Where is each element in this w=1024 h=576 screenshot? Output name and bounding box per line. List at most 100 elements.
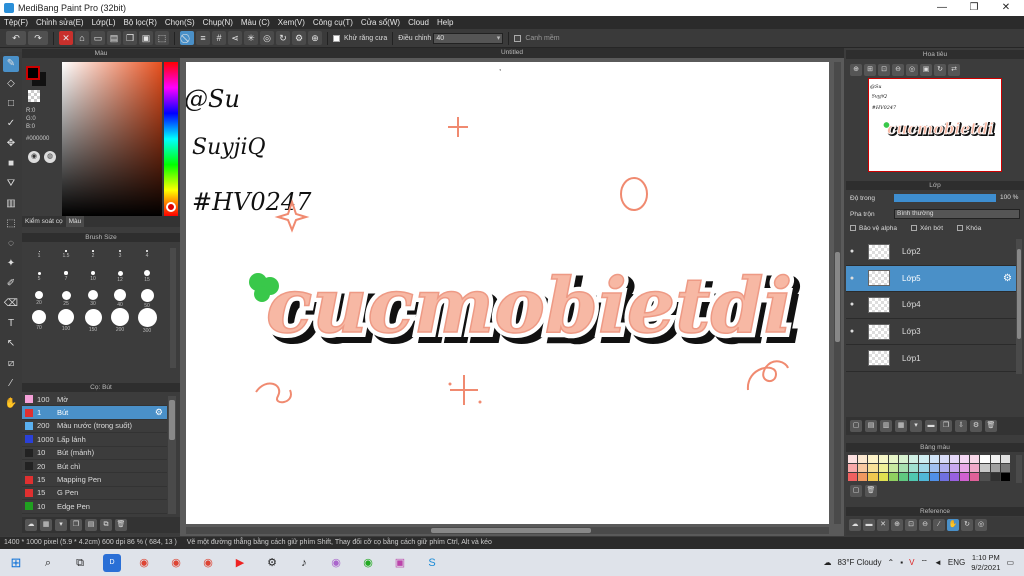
transform-icon[interactable]: ▭ <box>91 31 105 45</box>
brush-item[interactable]: 200 Màu nước (trong suốt) <box>22 420 167 434</box>
eyedropper-tool-icon[interactable]: ⁄ <box>3 376 19 392</box>
palette-swatch[interactable] <box>1000 473 1010 481</box>
brush-size-option[interactable]: 100 <box>53 309 79 332</box>
ref-eyedropper-icon[interactable]: ⁄ <box>933 519 945 531</box>
language-indicator[interactable]: ENG <box>948 558 965 567</box>
divide-tool-icon[interactable]: ⧄ <box>3 356 19 372</box>
palette-swatch[interactable] <box>878 464 888 472</box>
text-tool-icon[interactable]: T <box>3 316 19 332</box>
menu-tools[interactable]: Công cụ(T) <box>313 18 353 27</box>
redo-icon[interactable]: ↷ <box>28 31 48 45</box>
brush-item[interactable]: 15 Mapping Pen <box>22 473 167 487</box>
snap-ellipse-icon[interactable]: ⊕ <box>308 31 322 45</box>
transparent-swatch[interactable] <box>28 90 40 102</box>
palette-swatch[interactable] <box>909 455 919 463</box>
operation-tool-icon[interactable]: ↖ <box>3 336 19 352</box>
palette-swatch[interactable] <box>898 473 909 481</box>
palette-swatch[interactable] <box>909 473 919 481</box>
brush-item[interactable]: 100 Mờ <box>22 393 167 407</box>
palette-swatch[interactable] <box>990 455 1000 463</box>
tab-brush-control[interactable]: Kiểm soát cọ <box>22 216 66 227</box>
palette-swatch[interactable] <box>909 464 919 472</box>
protect-alpha-option[interactable]: Bảo vệ alpha <box>850 225 897 232</box>
add-layer-menu-icon[interactable]: ▾ <box>910 420 922 432</box>
antialias-checkbox[interactable] <box>333 34 340 42</box>
palette-swatch[interactable] <box>990 464 1000 472</box>
palette-swatch[interactable] <box>888 464 898 472</box>
snap-circle-icon[interactable]: ◎ <box>260 31 274 45</box>
menu-filter[interactable]: Bộ lọc(R) <box>124 18 157 27</box>
clipping-checkbox[interactable] <box>910 225 917 232</box>
color-palette-icon[interactable]: ◉ <box>28 151 40 163</box>
skype-icon[interactable]: S <box>423 554 441 572</box>
palette-swatch[interactable] <box>848 473 858 481</box>
palette-swatch[interactable] <box>960 464 970 472</box>
new-1bit-layer-icon[interactable]: ▦ <box>895 420 907 432</box>
chrome-icon-4[interactable]: ◉ <box>359 554 377 572</box>
zoom-out-icon[interactable]: ⊖ <box>892 64 904 76</box>
select-tool-icon[interactable]: ⬚ <box>3 216 19 232</box>
palette-swatch[interactable] <box>858 464 868 472</box>
opacity-slider[interactable] <box>894 194 996 202</box>
brush-size-option[interactable]: 200 <box>107 308 133 333</box>
palette-swatch[interactable] <box>980 464 990 472</box>
brush-cloud-icon[interactable]: ☁ <box>25 519 37 531</box>
palette-swatch[interactable] <box>939 455 949 463</box>
layer-row[interactable]: ● Lớp4 <box>846 292 1016 319</box>
brush-size-option[interactable]: 300 <box>134 307 160 334</box>
minimize-button[interactable]: — <box>926 0 958 16</box>
pen-tool-icon[interactable]: ✓ <box>3 116 19 132</box>
new-layer-icon[interactable]: ▢ <box>850 420 862 432</box>
lock-checkbox[interactable] <box>957 225 964 232</box>
search-icon[interactable]: ⌕ <box>39 554 57 572</box>
palette-swatch[interactable] <box>929 464 939 472</box>
fit-screen-icon[interactable]: ▣ <box>920 64 932 76</box>
brush-item[interactable]: 1 Bút ⚙ <box>22 406 167 420</box>
actual-size-icon[interactable]: ◎ <box>906 64 918 76</box>
shape-tool-icon[interactable]: □ <box>3 96 19 112</box>
brush-size-option[interactable]: 30 <box>80 288 106 310</box>
layer-list-scrollbar[interactable] <box>1016 239 1022 374</box>
copy-icon[interactable]: ❐ <box>123 31 137 45</box>
brush-add-icon[interactable]: ▦ <box>40 519 52 531</box>
palette-swatch[interactable] <box>1000 455 1010 463</box>
brush-size-option[interactable]: 40 <box>107 288 133 310</box>
brush-size-option[interactable]: 7 <box>53 266 79 288</box>
zoom-fit-icon[interactable]: ⊞ <box>864 64 876 76</box>
palette-swatch[interactable] <box>898 455 909 463</box>
brush-size-option[interactable]: 1.5 <box>53 244 79 266</box>
medibang-icon[interactable]: ◉ <box>327 554 345 572</box>
menu-window[interactable]: Cửa sổ(W) <box>361 18 400 27</box>
brush-item[interactable]: 20 Bút chì <box>22 460 167 474</box>
snap-cross-icon[interactable]: # <box>212 31 226 45</box>
canvas-vertical-scrollbar[interactable] <box>834 62 841 524</box>
saturation-value-picker[interactable] <box>62 62 162 216</box>
brush-tool-icon[interactable]: ✎ <box>3 56 19 72</box>
zoom-in-icon[interactable]: ⊕ <box>850 64 862 76</box>
ref-settings-icon[interactable]: ◎ <box>975 519 987 531</box>
palette-swatch[interactable] <box>949 455 960 463</box>
brush-item[interactable]: 10 Edge Pen <box>22 500 167 514</box>
palette-swatch[interactable] <box>970 464 980 472</box>
delete-layer-icon[interactable]: 🗑 <box>985 420 997 432</box>
dell-icon[interactable]: D <box>103 553 121 572</box>
select-eraser-tool-icon[interactable]: ⌫ <box>3 296 19 312</box>
layer-row[interactable]: Lớp1 <box>846 345 1016 372</box>
fill-rect-tool-icon[interactable]: ■ <box>3 156 19 172</box>
deselect-icon[interactable]: ⬚ <box>155 31 169 45</box>
copy-layer-icon[interactable]: ❐ <box>940 420 952 432</box>
lasso-tool-icon[interactable]: ◌ <box>3 236 19 252</box>
palette-swatch[interactable] <box>939 473 949 481</box>
palette-delete-icon[interactable]: 🗑 <box>865 485 877 497</box>
palette-swatch[interactable] <box>980 455 990 463</box>
brush-list-scrollbar[interactable] <box>168 396 176 514</box>
menu-view[interactable]: Xem(V) <box>278 18 305 27</box>
layer-visibility-icon[interactable]: ● <box>846 328 858 335</box>
palette-swatch[interactable] <box>848 455 858 463</box>
flip-icon[interactable]: ⇄ <box>948 64 960 76</box>
palette-swatch[interactable] <box>929 473 939 481</box>
palette-swatch[interactable] <box>878 455 888 463</box>
hue-handle[interactable] <box>166 202 176 212</box>
gradient-tool-icon[interactable]: ▥ <box>3 196 19 212</box>
blend-mode-select[interactable]: Bình thường <box>894 209 1020 219</box>
